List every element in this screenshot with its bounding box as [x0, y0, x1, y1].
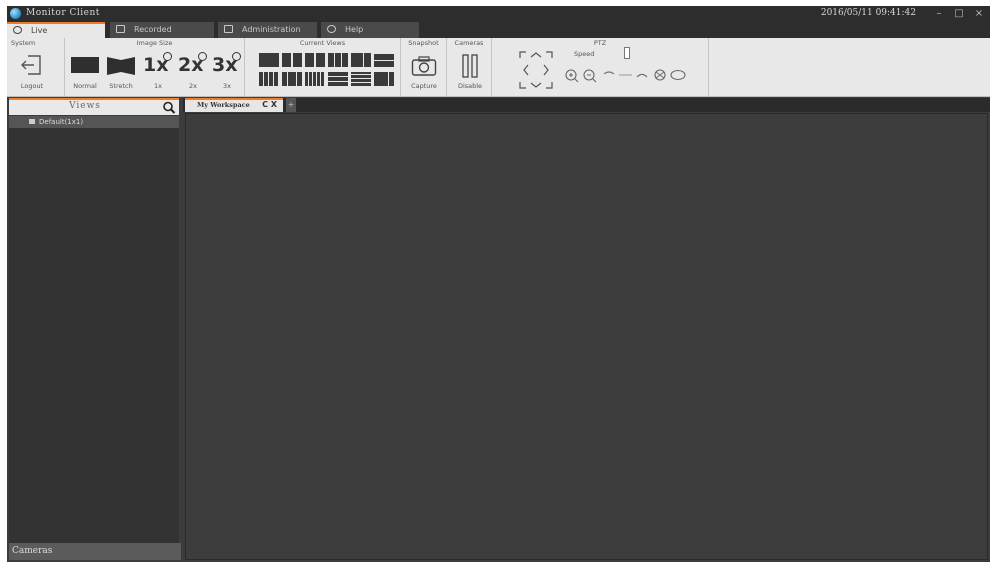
tab-help-label: Help — [345, 25, 364, 34]
monitor-client-window: Monitor Client 2016/05/11 09:41:42 – □ ×… — [7, 6, 990, 562]
snapshot-title: Snapshot — [408, 39, 439, 47]
add-workspace-tab-button[interactable]: + — [286, 98, 296, 112]
zoom-3x-label: 3x — [223, 82, 231, 90]
layout-1x2-button[interactable] — [282, 53, 302, 67]
zoom-1x-label: 1x — [154, 82, 162, 90]
layout-custom-d-button[interactable] — [374, 72, 394, 86]
zoom-in-icon — [569, 73, 579, 83]
layout-custom-b-button[interactable] — [328, 72, 348, 86]
normal-size-icon — [71, 57, 99, 73]
app-logo-icon — [10, 8, 21, 19]
main-tab-bar: Live Recorded Administration Help — [7, 22, 990, 38]
view-tree-item-label: Default(1x1) — [39, 118, 84, 126]
maximize-button[interactable]: □ — [952, 7, 966, 20]
tab-recorded-label: Recorded — [134, 25, 172, 34]
ptz-right-icon — [543, 64, 549, 76]
views-search-box[interactable]: Views — [9, 98, 179, 115]
magnifier-icon — [163, 52, 172, 61]
focus-near-icon — [603, 71, 615, 75]
stretch-size-button[interactable]: Stretch — [105, 52, 137, 90]
snapshot-group: Snapshot Capture — [401, 38, 447, 96]
workspace-tab-close-button[interactable]: C X — [262, 100, 277, 109]
disable-label: Disable — [457, 82, 483, 90]
system-group-title: System — [11, 39, 36, 47]
layout-5x5-button[interactable] — [305, 72, 325, 86]
zoom-2x-button[interactable]: 2x 2x — [176, 48, 210, 90]
ptz-speed-slider[interactable] — [624, 47, 630, 59]
layout-2x2-button[interactable] — [305, 53, 325, 67]
tab-recorded[interactable]: Recorded — [110, 22, 214, 38]
ptz-up-icon — [530, 52, 542, 58]
logout-label: Logout — [20, 82, 44, 90]
views-panel — [9, 128, 179, 543]
close-button[interactable]: × — [972, 7, 986, 20]
stretch-size-icon — [107, 57, 135, 75]
camera-icon — [411, 56, 437, 76]
layout-custom-c-button[interactable] — [351, 72, 371, 86]
ptz-title: PTZ — [593, 39, 607, 47]
layout-custom-a-button[interactable] — [282, 72, 302, 86]
current-views-group: Current Views — [245, 38, 401, 96]
image-size-group: Image Size Normal Stretch 1x 1x 2x 2x 3x… — [65, 38, 245, 96]
tab-live-label: Live — [31, 26, 48, 35]
tab-administration[interactable]: Administration — [218, 22, 317, 38]
normal-size-button[interactable]: Normal — [69, 52, 101, 90]
view-tree-item[interactable]: Default(1x1) — [9, 116, 179, 128]
ptz-left-icon — [523, 64, 529, 76]
iris-close-icon — [670, 69, 686, 81]
zoom-3x-button[interactable]: 3x 3x — [210, 48, 244, 90]
layout-4x4-button[interactable] — [259, 72, 279, 86]
minimize-button[interactable]: – — [932, 7, 946, 20]
ptz-speed-label: Speed — [574, 50, 595, 58]
workspace-tab-label: My Workspace — [197, 101, 250, 109]
normal-size-label: Normal — [73, 82, 97, 90]
logout-icon — [21, 55, 41, 75]
magnifier-icon — [198, 52, 207, 61]
zoom-out-icon — [587, 74, 597, 83]
tab-administration-label: Administration — [242, 25, 301, 34]
ptz-controls — [565, 69, 686, 83]
cameras-group-title: Cameras — [454, 39, 484, 47]
live-icon — [13, 26, 22, 34]
zoom-2x-label: 2x — [189, 82, 197, 90]
pause-icon — [462, 54, 478, 78]
capture-button[interactable]: Capture — [409, 51, 439, 91]
workspace-tab-bar: My Workspace C X + — [183, 98, 990, 112]
title-bar: Monitor Client 2016/05/11 09:41:42 – □ × — [7, 6, 990, 22]
system-group: System Logout — [7, 38, 65, 96]
ptz-direction-pad[interactable] — [516, 48, 556, 92]
layout-1plus5-button[interactable] — [351, 53, 371, 67]
view-folder-icon — [29, 119, 35, 124]
layout-3x3-button[interactable] — [328, 53, 348, 67]
magnifier-icon — [232, 52, 241, 61]
disable-cameras-button[interactable]: Disable — [455, 51, 485, 91]
layout-1x1-button[interactable] — [259, 53, 279, 67]
video-workspace-area[interactable] — [185, 113, 988, 560]
search-icon[interactable] — [162, 101, 176, 114]
views-label: Views — [69, 101, 101, 111]
cameras-group: Cameras Disable — [447, 38, 492, 96]
tab-live[interactable]: Live — [7, 22, 105, 38]
ptz-down-icon — [530, 82, 542, 88]
zoom-1x-button[interactable]: 1x 1x — [141, 48, 175, 90]
image-size-title: Image Size — [136, 39, 173, 47]
datetime-display: 2016/05/11 09:41:42 — [820, 8, 916, 18]
tab-help[interactable]: Help — [321, 22, 419, 38]
workspace-tab[interactable]: My Workspace C X — [185, 98, 283, 112]
layout-1plus7-button[interactable] — [374, 53, 394, 67]
admin-icon — [224, 25, 233, 33]
recorded-icon — [116, 25, 125, 33]
stretch-size-label: Stretch — [109, 82, 133, 90]
window-title: Monitor Client — [26, 8, 100, 18]
logout-button[interactable]: Logout — [17, 52, 47, 90]
focus-far-icon — [636, 73, 648, 78]
ribbon-toolbar: System Logout Image Size Normal Stretch — [7, 38, 990, 97]
capture-label: Capture — [411, 82, 437, 90]
current-views-title: Current Views — [299, 39, 346, 47]
help-icon — [327, 25, 336, 33]
cameras-panel-header[interactable]: Cameras — [9, 543, 181, 560]
ptz-group: PTZ Speed — [492, 38, 709, 96]
